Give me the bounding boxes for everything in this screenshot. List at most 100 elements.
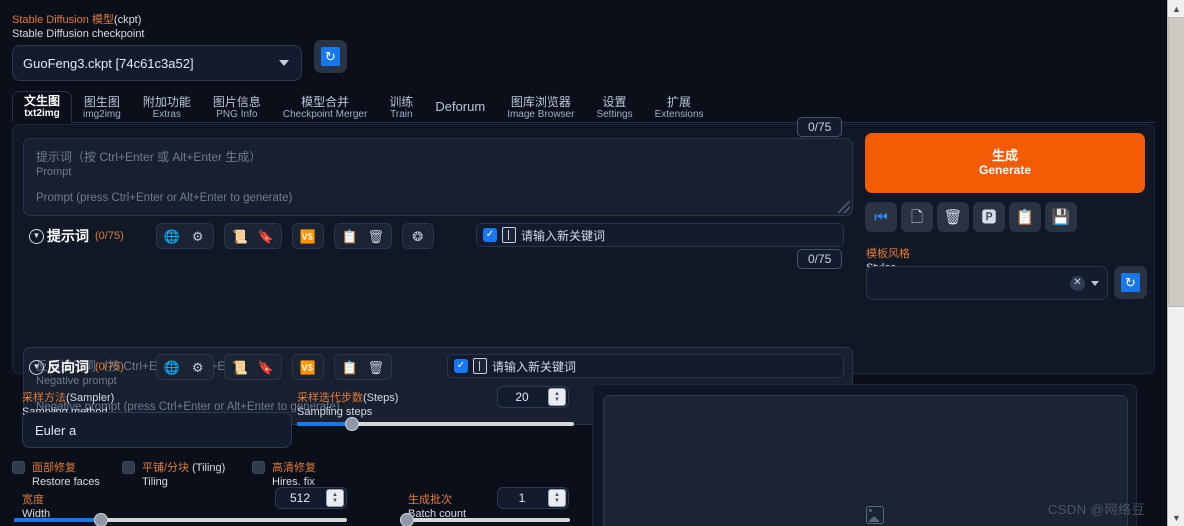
generate-button[interactable]: 生成 Generate <box>865 133 1145 193</box>
steps-number-input[interactable]: 20 ▲ ▼ <box>497 386 569 408</box>
checkbox-box[interactable] <box>252 461 265 474</box>
batch-count-value: 1 <box>518 491 526 505</box>
openai-icon[interactable]: ❂ <box>406 225 430 247</box>
chevron-up-icon[interactable]: ▲ <box>1168 0 1184 17</box>
negative-keyword-checkbox[interactable]: ✓ <box>454 359 468 373</box>
history-icon[interactable]: 📜 <box>228 356 252 378</box>
gear-icon[interactable]: ⚙ <box>186 356 210 378</box>
trash-icon[interactable]: 🗑 <box>364 356 388 378</box>
bookmark-icon[interactable]: 🔖 <box>254 225 278 247</box>
prompt-icon-group-5: ❂ <box>401 223 434 249</box>
tab-label-en: Extensions <box>654 109 704 120</box>
slider-knob[interactable] <box>400 513 414 526</box>
sampler-label-cn: 采样方法 <box>22 392 66 404</box>
prompt-toolbar: ▼ 提示词 (0/75) 🌐 ⚙ 📜 🔖 🆚 📋 🗑 ❂ <box>29 223 434 249</box>
prompt-textarea[interactable]: 提示词（按 Ctrl+Enter 或 Alt+Enter 生成） Prompt … <box>23 138 853 216</box>
watermark: CSDN @网络豆 <box>1047 502 1145 517</box>
checkbox-box[interactable] <box>12 461 25 474</box>
resize-grip-icon[interactable] <box>838 201 850 213</box>
arrow-down-left-icon[interactable]: ⏮ <box>865 202 897 232</box>
tab-txt2img[interactable]: 文生图 txt2img <box>12 90 73 123</box>
generate-label-en: Generate <box>978 162 1032 177</box>
trash-icon[interactable]: 🗑 <box>937 202 969 232</box>
translate-icon[interactable]: 🆚 <box>296 356 320 378</box>
styles-label-cn: 模板风格 <box>866 248 910 260</box>
clipboard-icon[interactable]: 📋 <box>1009 202 1041 232</box>
chevron-down-icon[interactable]: ▼ <box>1168 509 1184 526</box>
chevron-down-icon <box>1091 280 1099 286</box>
batch-count-number-input[interactable]: 1 ▲ ▼ <box>497 487 569 509</box>
tab-image-browser[interactable]: 图库浏览器 Image Browser <box>496 93 585 123</box>
tab-label-cn: 文生图 <box>24 93 61 108</box>
width-stepper[interactable]: ▲ ▼ <box>326 489 344 507</box>
gear-icon[interactable]: ⚙ <box>186 225 210 247</box>
prompt-collapse-button[interactable]: ▼ 提示词 <box>29 226 89 246</box>
text-cursor-icon[interactable] <box>473 358 487 374</box>
tab-extensions[interactable]: 扩展 Extensions <box>644 93 715 123</box>
negative-keyword-input[interactable]: 请输入新关键词 <box>492 358 576 375</box>
tab-extras[interactable]: 附加功能 Extras <box>132 93 202 123</box>
batch-count-slider[interactable] <box>400 513 570 526</box>
globe-icon[interactable]: 🌐 <box>160 225 184 247</box>
prompt-keyword-bar[interactable]: ✓ 请输入新关键词 <box>476 223 844 247</box>
model-dropdown[interactable]: GuoFeng3.ckpt [74c61c3a52] <box>12 45 302 82</box>
styles-dropdown[interactable]: ✕ <box>866 266 1108 300</box>
tab-png-info[interactable]: 图片信息 PNG Info <box>202 93 272 123</box>
width-slider[interactable] <box>14 513 347 526</box>
slider-knob[interactable] <box>345 417 359 431</box>
tab-label-en: txt2img <box>24 108 60 119</box>
negative-icon-group-4: 📋 🗑 <box>333 354 392 380</box>
text-cursor-icon[interactable] <box>502 227 516 243</box>
floppy-save-icon[interactable]: 💾 <box>1045 202 1077 232</box>
slider-fill <box>297 422 352 426</box>
slider-knob[interactable] <box>94 513 108 526</box>
generate-label-cn: 生成 <box>991 147 1018 163</box>
copy-icon[interactable]: 📋 <box>338 356 362 378</box>
prompt-toolbar-title: 提示词 <box>47 228 89 244</box>
card-red-icon[interactable]: 🅿 <box>973 202 1005 232</box>
tab-label-en: PNG Info <box>216 109 258 120</box>
tab-deforum[interactable]: Deforum <box>424 91 496 123</box>
slider-track <box>400 518 570 522</box>
history-icon[interactable]: 📜 <box>228 225 252 247</box>
copy-icon[interactable]: 📋 <box>338 225 362 247</box>
scrollbar-thumb[interactable] <box>1168 17 1184 307</box>
paper-icon[interactable]: 🗋 <box>901 202 933 232</box>
checkbox-restore-faces[interactable]: 面部修复 Restore faces <box>12 458 122 488</box>
globe-icon[interactable]: 🌐 <box>160 356 184 378</box>
prompt-keyword-checkbox[interactable]: ✓ <box>483 228 497 242</box>
model-refresh-button[interactable]: ↻ <box>314 40 347 73</box>
width-number-input[interactable]: 512 ▲ ▼ <box>275 487 347 509</box>
prompt-keyword-input[interactable]: 请输入新关键词 <box>521 227 605 244</box>
prompt-toolbar-count: (0/75) <box>95 230 124 242</box>
tab-label-cn: 训练 <box>389 94 414 109</box>
sampling-method-value: Euler a <box>35 422 77 438</box>
negative-collapse-button[interactable]: ▼ 反向词 <box>29 357 89 377</box>
tab-label-en: Settings <box>596 109 633 120</box>
steps-slider[interactable] <box>297 417 574 431</box>
styles-refresh-button[interactable]: ↻ <box>1114 266 1147 299</box>
model-label-cn: Stable Diffusion 模型 <box>12 14 114 26</box>
translate-icon[interactable]: 🆚 <box>296 225 320 247</box>
negative-icon-group-1: 🌐 ⚙ <box>155 354 214 380</box>
batch-count-stepper[interactable]: ▲ ▼ <box>548 489 566 507</box>
tab-train[interactable]: 训练 Train <box>378 93 424 123</box>
checkbox-tiling[interactable]: 平铺/分块 (Tiling) Tiling <box>122 458 252 488</box>
vertical-scrollbar[interactable]: ▲ ▼ <box>1167 0 1184 526</box>
sampling-method-dropdown[interactable]: Euler a <box>22 412 292 448</box>
checkbox-box[interactable] <box>122 461 135 474</box>
tab-checkpoint-merger[interactable]: 模型合并 Checkpoint Merger <box>272 93 378 123</box>
chevron-down-icon <box>279 60 289 67</box>
trash-icon[interactable]: 🗑 <box>364 225 388 247</box>
checkbox-hires-fix[interactable]: 高清修复 Hires. fix <box>252 458 316 488</box>
negative-icon-group-3: 🆚 <box>291 354 324 380</box>
negative-keyword-bar[interactable]: ✓ 请输入新关键词 <box>447 354 844 378</box>
tab-label-cn: 附加功能 <box>142 94 191 109</box>
steps-value: 20 <box>515 390 529 404</box>
bookmark-icon[interactable]: 🔖 <box>254 356 278 378</box>
tab-settings[interactable]: 设置 Settings <box>585 93 643 123</box>
clear-x-icon[interactable]: ✕ <box>1070 275 1085 291</box>
steps-stepper[interactable]: ▲ ▼ <box>548 388 566 406</box>
tab-img2img[interactable]: 图生图 img2img <box>72 93 132 123</box>
model-label: Stable Diffusion 模型(ckpt) Stable Diffusi… <box>12 10 352 40</box>
